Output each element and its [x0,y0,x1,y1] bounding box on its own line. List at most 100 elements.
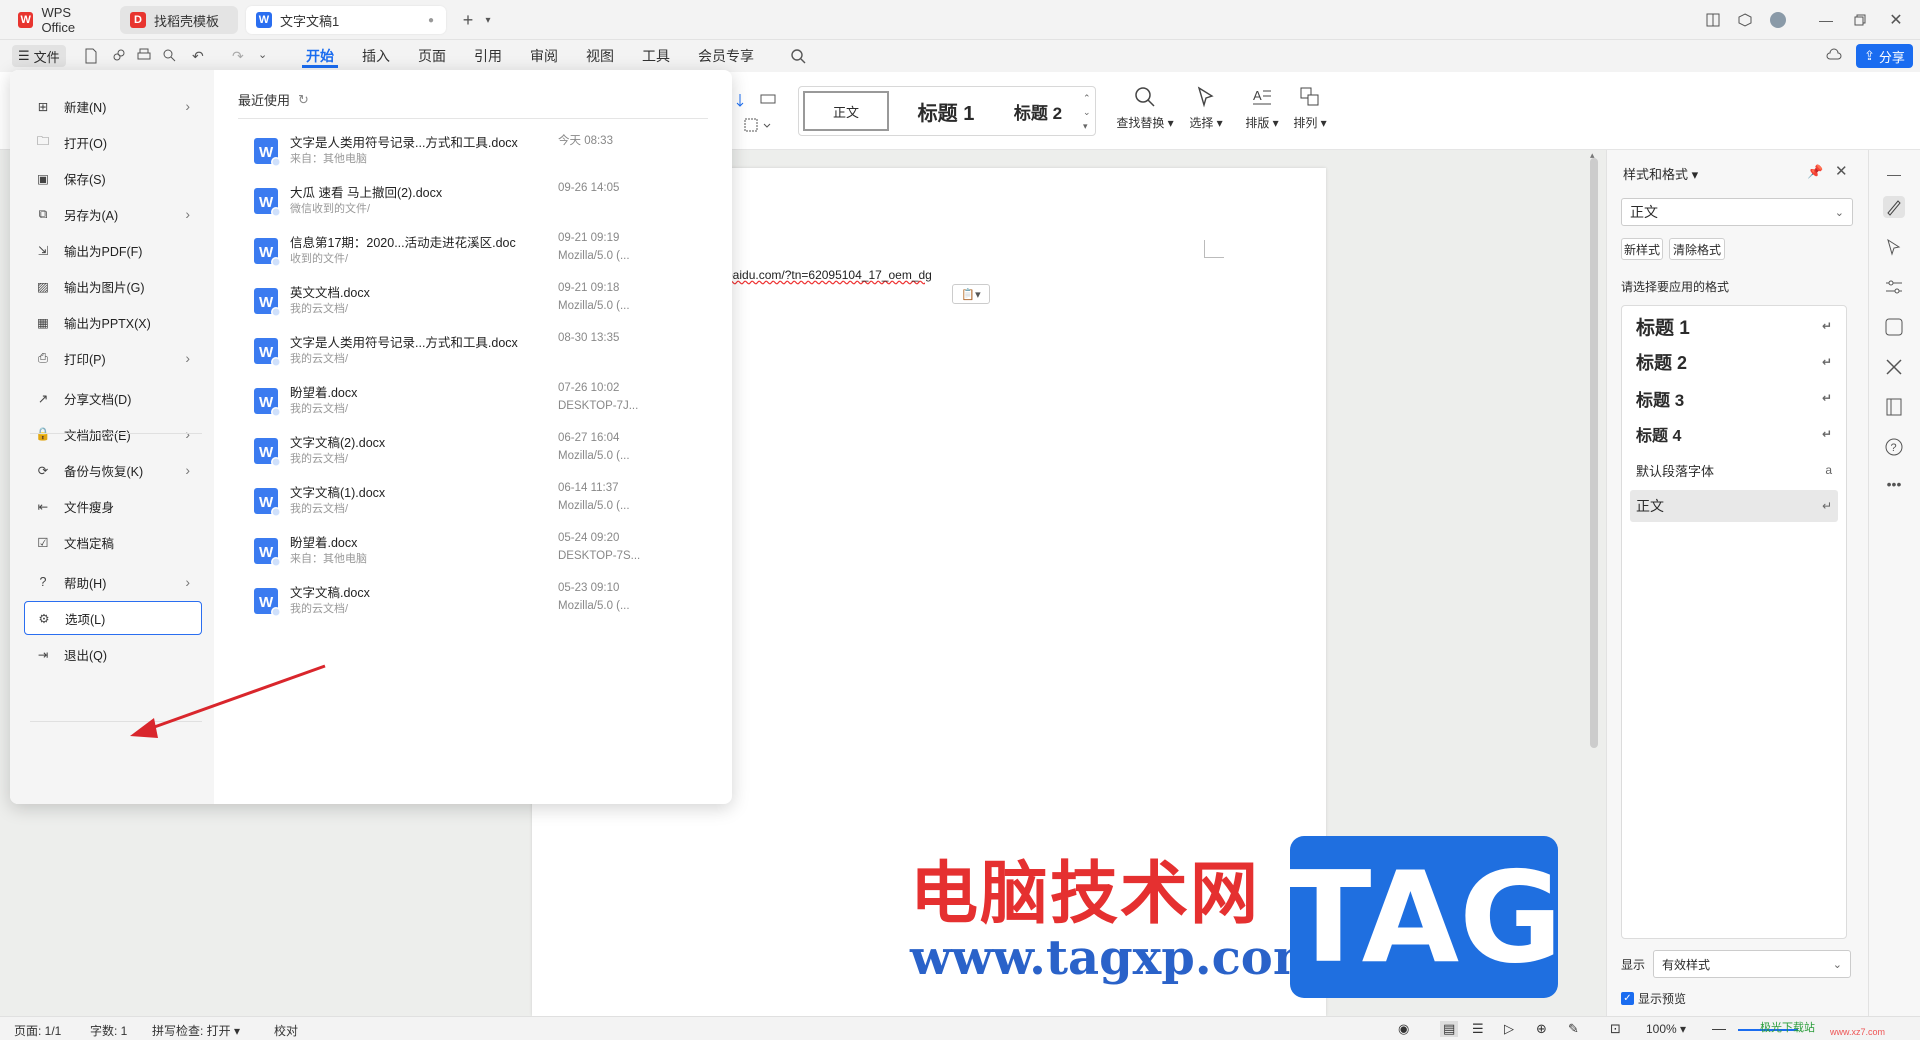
file-menu-item[interactable]: ⇲ 输出为PDF(F) [32,233,200,267]
select-cursor-icon[interactable] [1883,236,1905,258]
fit-page-icon[interactable]: ⊡ [1610,1021,1621,1037]
collapse-icon[interactable]: — [1883,166,1905,188]
redo-icon[interactable]: ↷ [232,48,248,64]
file-menu-item[interactable]: ⟳ 备份与恢复(K) › [32,453,200,487]
image-edit-icon[interactable] [1883,316,1905,338]
current-style-select[interactable]: 正文 ⌄ [1621,198,1853,226]
find-replace-button[interactable]: 查找替换 ▾ [1112,86,1178,131]
page-view-icon[interactable]: ▤ [1440,1021,1459,1037]
tab-tools[interactable]: 工具 [638,46,674,68]
more-icon[interactable]: ••• [1883,476,1905,498]
style-heading2[interactable]: 标题 2 [995,91,1081,131]
book-icon[interactable] [1883,396,1905,418]
recent-file-item[interactable]: W 文字是人类用符号记录...方式和工具.docx 来自：其他电脑 今天 08:33 [246,128,716,178]
file-menu-item[interactable]: ▦ 输出为PPTX(X) [32,305,200,339]
border-icon[interactable] [744,118,774,136]
style-item-heading3[interactable]: 标题 3 ↵ [1630,382,1838,414]
recent-file-item[interactable]: W 信息第17期：2020...活动走进花溪区.doc 收到的文件/09-21 09… [246,228,716,278]
close-icon[interactable]: ✕ [1835,162,1848,180]
file-menu-item[interactable]: ⊞ 新建(N) › [32,89,200,123]
chevron-down-icon[interactable]: ▾ [478,10,498,30]
pin-icon[interactable]: 📌 [1807,164,1823,180]
new-file-icon[interactable] [84,48,100,64]
tab-page[interactable]: 页面 [414,46,450,68]
recent-file-item[interactable]: W 英文文档.docx 我的云文档/09-21 09:18 Mozilla/5.0 (… [246,278,716,328]
file-menu-item[interactable]: 🔒 文档加密(E) › [32,417,200,451]
file-menu-item[interactable]: ⧉ 另存为(A) › [32,197,200,231]
cloud-icon[interactable] [1826,48,1842,64]
tab-home[interactable]: 开始 [302,46,338,68]
tab-insert[interactable]: 插入 [358,46,394,68]
undo-icon[interactable]: ↶ [192,48,208,64]
file-menu-item[interactable]: ▨ 输出为图片(G) [32,269,200,303]
paste-options-icon[interactable]: 📋▾ [952,284,990,304]
play-icon[interactable]: ▷ [1504,1021,1514,1037]
link-icon[interactable] [112,48,128,64]
recent-file-item[interactable]: W 文字是人类用符号记录...方式和工具.docx 我的云文档/08-30 13:3… [246,328,716,378]
tab-review[interactable]: 审阅 [526,46,562,68]
chevron-down-icon[interactable]: ⌄ [258,48,274,64]
tab-member[interactable]: 会员专享 [694,46,758,68]
tab-view[interactable]: 视图 [582,46,618,68]
new-tab-icon[interactable]: + [458,10,478,30]
minimize-icon[interactable]: — [1816,10,1836,30]
new-style-button[interactable]: 新样式 [1621,238,1663,260]
outline-view-icon[interactable]: ☰ [1472,1021,1484,1037]
search-icon[interactable] [790,48,806,64]
print-icon[interactable] [136,48,152,64]
typeset-button[interactable]: A 排版 ▾ [1242,86,1282,131]
recent-file-item[interactable]: W 文字文稿(2).docx 我的云文档/06-27 16:04 Mozilla/5.… [246,428,716,478]
tab-docer[interactable]: D 找稻壳模板 [120,6,238,34]
unsaved-dot-icon[interactable]: ● [428,15,434,26]
tools-icon[interactable] [1883,356,1905,378]
settings-sliders-icon[interactable] [1883,276,1905,298]
cube-icon[interactable] [1735,10,1755,30]
recent-file-item[interactable]: W 文字文稿(1).docx 我的云文档/06-14 11:37 Mozilla/5.… [246,478,716,528]
preview-icon[interactable] [162,48,178,64]
document-text[interactable]: baidu.com/?tn=62095104_17_oem_dg [726,268,932,282]
recent-file-item[interactable]: W 盼望着.docx 来自：其他电脑 05-24 09:20 DESKTOP-7S... [246,528,716,578]
eye-icon[interactable]: ◉ [1398,1021,1409,1037]
tab-wps-office[interactable]: W WPS Office [8,5,116,35]
proofread-button[interactable]: 校对 [274,1022,298,1039]
style-heading1[interactable]: 标题 1 [899,91,993,131]
zoom-select[interactable]: 100% ▾ [1646,1022,1686,1036]
file-menu-item[interactable]: ▣ 保存(S) [32,161,200,195]
restore-icon[interactable] [1850,10,1870,30]
clear-format-button[interactable]: 清除格式 [1669,238,1725,260]
pen-icon[interactable]: ✎ [1568,1021,1579,1037]
file-menu-item[interactable]: ⇤ 文件瘦身 [32,489,200,523]
style-brush-icon[interactable] [1883,196,1905,218]
style-item-default-font[interactable]: 默认段落字体 a [1630,454,1838,486]
tab-reference[interactable]: 引用 [470,46,506,68]
file-menu-item[interactable]: ⎙ 打印(P) › [32,341,200,375]
file-menu-item[interactable]: ↗ 分享文档(D) [32,381,200,415]
gallery-scroll-icon[interactable]: ⌃ ⌄ ▾ [1083,91,1091,133]
zoom-out-icon[interactable]: — [1712,1020,1726,1036]
close-icon[interactable]: ✕ [1886,10,1906,30]
show-select[interactable]: 有效样式 ⌄ [1653,950,1851,978]
avatar[interactable] [1768,10,1788,30]
vertical-scrollbar[interactable] [1590,158,1598,748]
tab-document[interactable]: W 文字文稿1 ● [246,6,446,34]
file-menu-item[interactable]: ⚙ 选项(L) [24,601,202,635]
sort-icon[interactable] [736,92,754,110]
file-menu-item[interactable]: 🗀 打开(O) [32,125,200,159]
share-button[interactable]: ⇪ 分享 [1856,44,1913,68]
style-item-heading1[interactable]: 标题 1 ↵ [1630,310,1838,342]
word-count[interactable]: 字数: 1 [90,1022,127,1039]
file-menu-button[interactable]: ☰ 文件 [12,45,66,67]
refresh-icon[interactable]: ↻ [298,92,309,108]
recent-file-item[interactable]: W 文字文稿.docx 我的云文档/05-23 09:10 Mozilla/5.0 (… [246,578,716,628]
select-button[interactable]: 选择 ▾ [1184,86,1228,131]
layout-icon[interactable] [1703,10,1723,30]
style-normal[interactable]: 正文 [803,91,889,131]
ruler-icon[interactable] [760,92,778,110]
file-menu-item[interactable]: ☑ 文档定稿 [32,525,200,559]
recent-file-item[interactable]: W 大瓜 速看 马上撤回(2).docx 微信收到的文件/09-26 14:05 [246,178,716,228]
scroll-up-icon[interactable]: ▴ [1590,150,1595,161]
spell-check-toggle[interactable]: 拼写检查: 打开 ▾ [152,1022,240,1039]
style-item-normal[interactable]: 正文 ↵ [1630,490,1838,522]
help-icon[interactable]: ? [1883,436,1905,458]
style-item-heading4[interactable]: 标题 4 ↵ [1630,418,1838,450]
